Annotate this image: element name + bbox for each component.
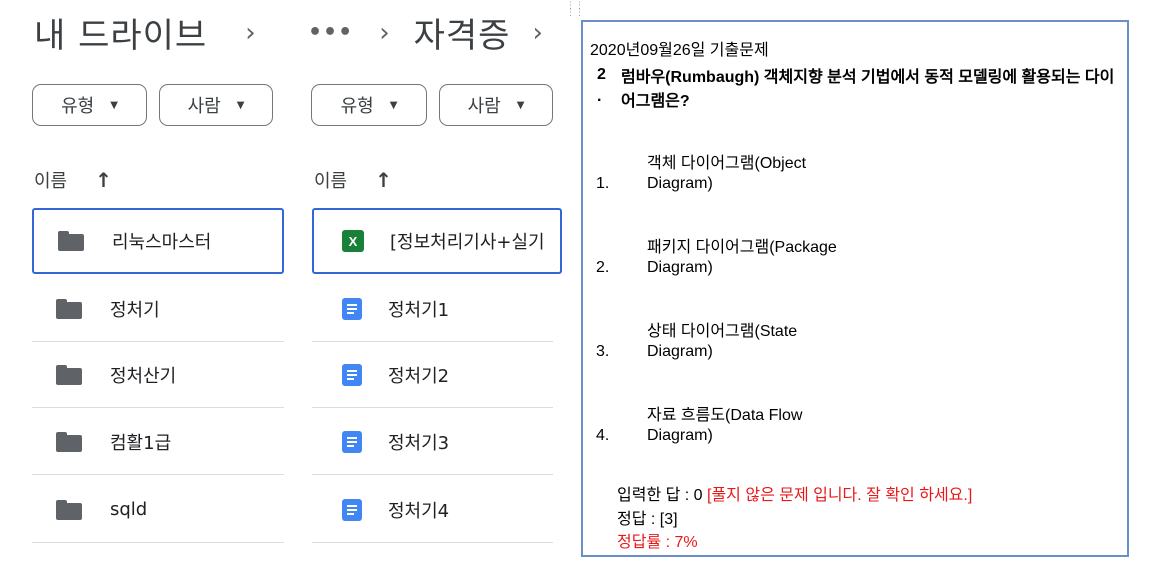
option-3-line2: Diagram) xyxy=(647,343,713,360)
file-row[interactable]: 정처기2 xyxy=(312,342,553,408)
correct-answer: 정답 : [3] xyxy=(617,511,678,528)
file-row[interactable]: 정처기4 xyxy=(312,477,553,543)
people-filter-label: 사람 xyxy=(187,96,221,117)
question-text: 럼바우(Rumbaugh) 객체지향 분석 기법에서 동적 모델링에 활용되는 … xyxy=(621,69,1115,110)
file-name: 정처기2 xyxy=(388,365,450,387)
folder-icon xyxy=(56,298,82,319)
quiz-panel: 2020년09월26일 기출문제 2 . 럼바우(Rumbaugh) 객체지향 … xyxy=(581,20,1129,557)
option-2-number: 2. xyxy=(596,259,610,276)
caret-down-icon: ▼ xyxy=(516,99,525,111)
option-3-number: 3. xyxy=(596,343,610,360)
file-name: 컴활1급 xyxy=(110,432,172,454)
file-name: 정처산기 xyxy=(110,365,177,387)
folder-icon xyxy=(58,231,84,251)
file-row[interactable]: 정처산기 xyxy=(32,342,284,408)
more-horiz-icon[interactable]: ••• xyxy=(308,20,353,45)
file-row[interactable]: 정처기3 xyxy=(312,409,553,475)
type-filter-button[interactable]: 유형 ▼ xyxy=(311,84,427,126)
entered-answer: 입력한 답 : 0 [풀지 않은 문제 입니다. 잘 확인 하세요.] xyxy=(617,481,972,505)
spreadsheet-icon: X xyxy=(342,230,364,252)
sort-label: 이름 xyxy=(34,171,68,192)
file-row[interactable]: X [정보처리기사+실기 xyxy=(312,208,562,274)
option-4-number: 4. xyxy=(596,427,610,444)
folder-icon xyxy=(56,431,82,452)
drag-handle-icon[interactable]: ⋮⋮ ⋮⋮ xyxy=(566,2,584,18)
sort-header[interactable]: 이름 ↑ xyxy=(34,167,112,193)
option-1-line1: 객체 다이어그램(Object xyxy=(647,155,807,172)
file-row[interactable]: sqld xyxy=(32,477,284,543)
people-filter-label: 사람 xyxy=(467,96,501,117)
chevron-right-icon: › xyxy=(245,17,256,48)
caret-down-icon: ▼ xyxy=(110,99,118,111)
chevron-right-icon: › xyxy=(379,17,390,48)
document-icon xyxy=(342,297,362,320)
sort-header[interactable]: 이름 ↑ xyxy=(314,167,392,193)
file-row[interactable]: 리눅스마스터 xyxy=(32,208,284,274)
file-name: 정처기3 xyxy=(388,432,450,454)
chevron-right-icon: › xyxy=(532,17,543,48)
option-4-line2: Diagram) xyxy=(647,427,713,444)
file-name: 리눅스마스터 xyxy=(112,232,212,253)
option-3-line1: 상태 다이어그램(State xyxy=(647,323,798,340)
file-name: sqld xyxy=(110,499,148,520)
question-number: 2 xyxy=(597,66,606,83)
breadcrumb-left: 내 드라이브 › xyxy=(34,8,272,57)
arrow-up-icon[interactable]: ↑ xyxy=(375,168,392,192)
file-name: 정처기 xyxy=(110,299,160,321)
type-filter-label: 유형 xyxy=(340,96,374,117)
option-1-line2: Diagram) xyxy=(647,175,713,192)
file-name: 정처기1 xyxy=(388,299,450,321)
document-icon xyxy=(342,363,362,386)
breadcrumb-middle: ••• › 자격증 › xyxy=(308,8,543,57)
caret-down-icon: ▼ xyxy=(389,99,398,111)
file-row[interactable]: 컴활1급 xyxy=(32,409,284,475)
unanswered-warning: [풀지 않은 문제 입니다. 잘 확인 하세요.] xyxy=(707,487,973,504)
file-row[interactable]: 정처기 xyxy=(32,276,284,342)
caret-down-icon: ▼ xyxy=(236,99,245,111)
file-name: 정처기4 xyxy=(388,500,450,522)
breadcrumb-my-drive[interactable]: 내 드라이브 xyxy=(34,8,207,57)
option-2-line1: 패키지 다이어그램(Package xyxy=(647,239,837,256)
people-filter-button[interactable]: 사람 ▼ xyxy=(159,84,273,126)
document-icon xyxy=(342,498,362,521)
document-icon xyxy=(342,430,362,453)
option-1-number: 1. xyxy=(596,175,610,192)
correct-rate: 정답률 : 7% xyxy=(617,534,698,551)
type-filter-label: 유형 xyxy=(61,96,95,117)
option-4-line1: 자료 흐름도(Data Flow xyxy=(647,407,803,424)
people-filter-button[interactable]: 사람 ▼ xyxy=(439,84,553,126)
arrow-up-icon[interactable]: ↑ xyxy=(95,168,112,192)
file-name: [정보처리기사+실기 xyxy=(390,232,545,253)
folder-icon xyxy=(56,364,82,385)
exam-title: 2020년09월26일 기출문제 xyxy=(590,42,769,59)
question-number-dot: . xyxy=(597,88,602,105)
sort-label: 이름 xyxy=(314,171,348,192)
option-2-line2: Diagram) xyxy=(647,259,713,276)
breadcrumb-current-folder[interactable]: 자격증 xyxy=(414,8,511,57)
entered-answer-label: 입력한 답 : 0 xyxy=(617,487,703,504)
type-filter-button[interactable]: 유형 ▼ xyxy=(32,84,147,126)
file-row[interactable]: 정처기1 xyxy=(312,276,553,342)
folder-icon xyxy=(56,499,82,520)
